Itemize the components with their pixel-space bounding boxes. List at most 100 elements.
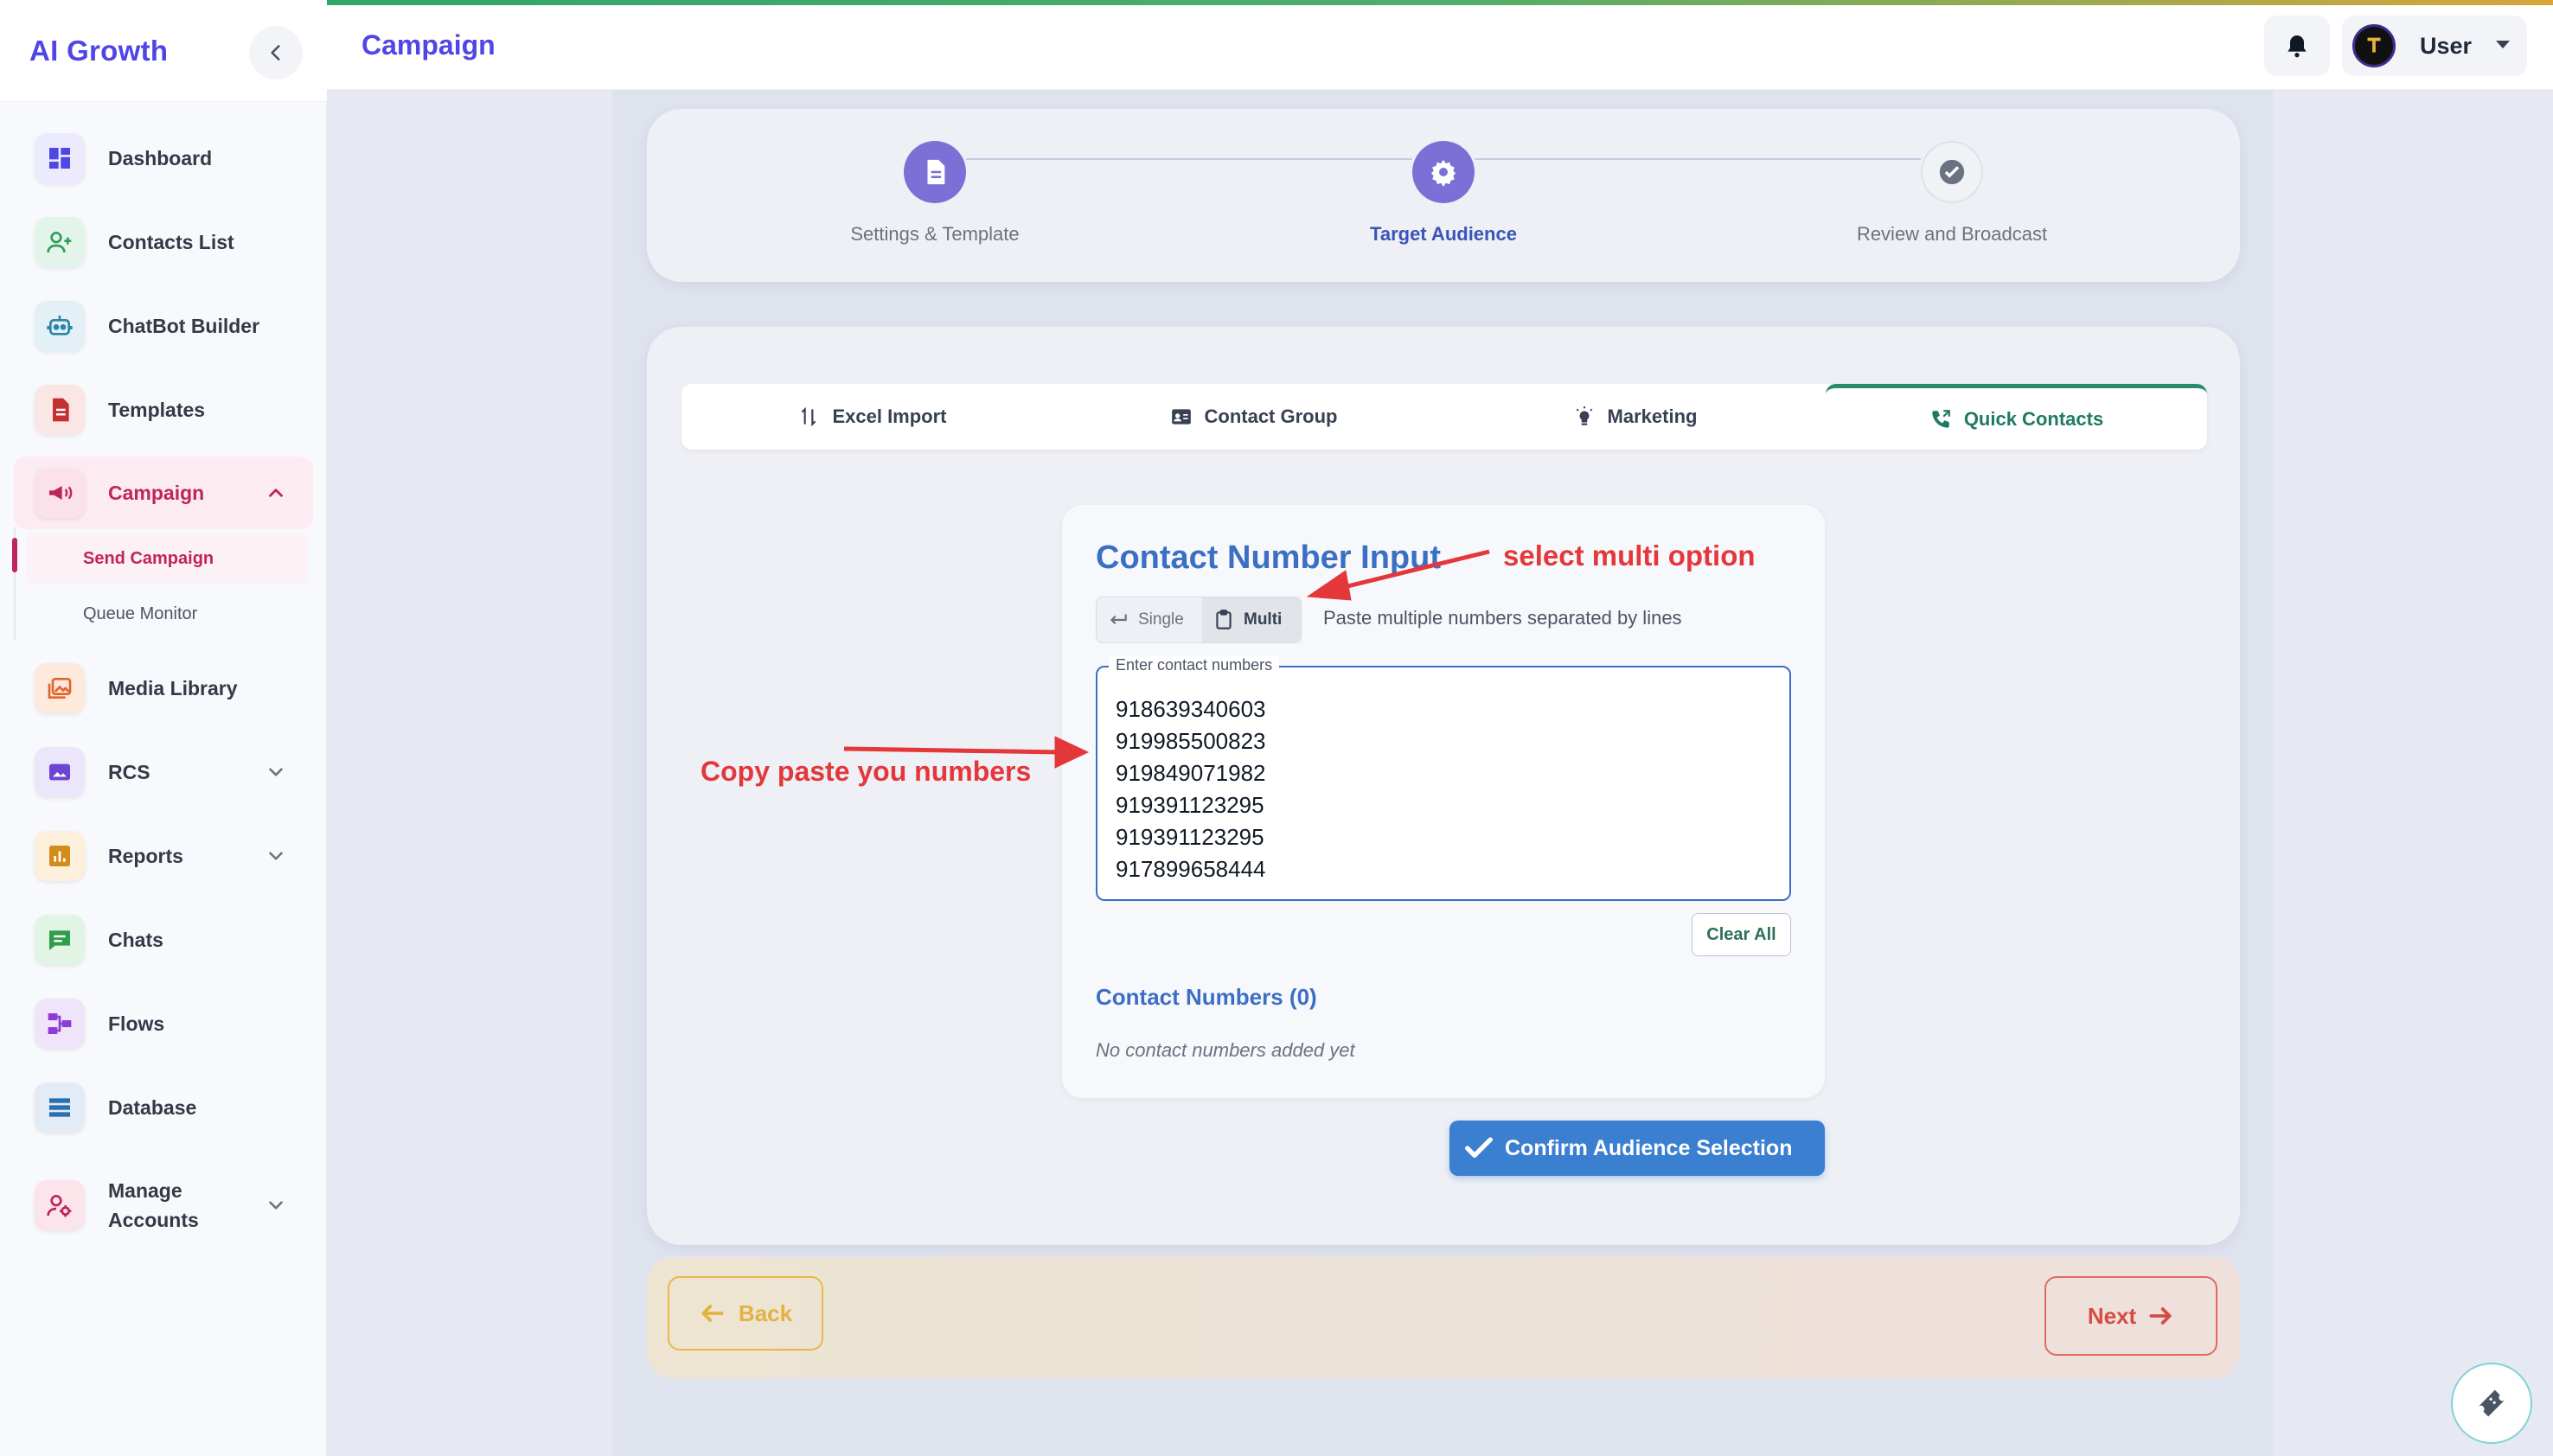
step-label: Review and Broadcast [1856, 223, 2048, 245]
lightbulb-icon [1576, 406, 1592, 425]
step-label: Settings & Template [850, 223, 1020, 245]
tab-quick-contacts[interactable]: Quick Contacts [1826, 384, 2207, 450]
enter-arrow-icon [1110, 614, 1127, 625]
sidebar-item-manage-accounts[interactable]: Manage Accounts [14, 1164, 313, 1247]
collapse-sidebar-button[interactable] [249, 26, 303, 80]
sidebar-item-templates[interactable]: Templates [14, 374, 313, 446]
chevron-down-icon[interactable] [265, 1194, 287, 1217]
notifications-button[interactable] [2264, 16, 2330, 76]
step-settings-template[interactable] [904, 141, 966, 203]
image-gallery-icon [35, 663, 85, 713]
sidebar-item-rcs[interactable]: RCS [14, 736, 313, 808]
contact-input-title: Contact Number Input [1096, 540, 1441, 576]
caret-down-icon [2496, 41, 2510, 48]
tab-label: Quick Contacts [1963, 407, 2104, 430]
submenu-queue-monitor[interactable]: Queue Monitor [26, 588, 308, 640]
sidebar-item-media-library[interactable]: Media Library [14, 652, 313, 725]
number-line: 917899658444 [1116, 856, 1266, 882]
next-label: Next [2087, 1302, 2137, 1329]
sidebar: AI Growth Dashboard Contacts List ChatBo… [0, 0, 327, 1456]
number-line: 919391123295 [1116, 792, 1264, 818]
brand-logo: AI Growth [29, 35, 169, 67]
clipboard-icon [1216, 610, 1232, 629]
bell-icon [2287, 35, 2307, 58]
number-line: 919849071982 [1116, 760, 1266, 786]
back-label: Back [738, 1300, 793, 1326]
arrow-left-icon [701, 1305, 724, 1322]
submenu-label: Send Campaign [83, 548, 214, 568]
clear-all-button[interactable]: Clear All [1692, 913, 1791, 956]
source-tabs: Excel Import Contact Group Marketing Qui… [681, 384, 2207, 450]
textarea-label: Enter contact numbers [1109, 656, 1280, 674]
input-mode-toggle: Single Multi [1096, 597, 1302, 643]
annotation-copy-paste: Copy paste you numbers [701, 756, 1032, 787]
robot-icon [35, 301, 85, 351]
sidebar-item-dashboard[interactable]: Dashboard [14, 122, 313, 195]
check-circle-icon [1939, 159, 1965, 185]
sidebar-item-chats[interactable]: Chats [14, 904, 313, 976]
textarea-content: 918639340603 919985500823 919849071982 9… [1116, 693, 1266, 885]
user-menu-button[interactable]: User [2342, 16, 2527, 76]
sidebar-item-label: ChatBot Builder [108, 315, 260, 337]
submenu-send-campaign[interactable]: Send Campaign [26, 533, 308, 584]
mode-single-button[interactable]: Single [1097, 597, 1202, 642]
sidebar-item-label: Database [108, 1096, 197, 1119]
gear-icon [1430, 159, 1456, 187]
avatar-logo-icon [2367, 37, 2381, 53]
campaign-submenu: Send Campaign Queue Monitor [14, 527, 313, 640]
arrow-right-icon [2149, 1307, 2172, 1325]
tab-excel-import[interactable]: Excel Import [681, 384, 1063, 450]
chevron-down-icon[interactable] [265, 761, 287, 783]
bar-chart-icon [35, 831, 85, 881]
submenu-label: Queue Monitor [83, 603, 198, 623]
sidebar-item-campaign[interactable]: Campaign [14, 457, 313, 529]
chat-icon [35, 915, 85, 965]
next-button[interactable]: Next [2044, 1276, 2217, 1356]
active-indicator [12, 538, 17, 572]
empty-state-message: No contact numbers added yet [1096, 1039, 1355, 1061]
dashboard-icon [35, 133, 85, 183]
sidebar-item-flows[interactable]: Flows [14, 987, 313, 1060]
ticket-icon [2478, 1389, 2505, 1417]
database-icon [35, 1082, 85, 1133]
sidebar-item-reports[interactable]: Reports [14, 820, 313, 892]
flow-icon [35, 999, 85, 1049]
footer-nav [647, 1257, 2240, 1378]
sidebar-item-contacts-list[interactable]: Contacts List [14, 206, 313, 278]
step-review-broadcast[interactable] [1921, 141, 1983, 203]
sidebar-item-label: Media Library [108, 677, 238, 699]
confirm-label: Confirm Audience Selection [1505, 1135, 1793, 1160]
sidebar-item-label: Templates [108, 399, 206, 421]
picture-icon [35, 747, 85, 797]
sidebar-item-database[interactable]: Database [14, 1071, 313, 1144]
avatar [2352, 24, 2396, 67]
chevron-up-icon[interactable] [265, 482, 287, 504]
document-icon [927, 159, 945, 185]
help-widget-button[interactable] [2451, 1363, 2532, 1444]
tab-label: Marketing [1607, 406, 1698, 427]
contact-count-title: Contact Numbers (0) [1096, 984, 1317, 1010]
mode-label: Single [1138, 610, 1184, 629]
tab-marketing[interactable]: Marketing [1444, 384, 1826, 450]
check-icon [1465, 1137, 1493, 1158]
mode-multi-button[interactable]: Multi [1202, 597, 1301, 642]
sidebar-item-label: Contacts List [108, 231, 234, 253]
user-name: User [2420, 33, 2473, 59]
confirm-audience-button[interactable]: Confirm Audience Selection [1449, 1121, 1825, 1176]
sidebar-item-label: Flows [108, 1012, 165, 1035]
number-line: 919391123295 [1116, 824, 1264, 850]
mode-label: Multi [1244, 610, 1283, 629]
tab-label: Excel Import [832, 406, 947, 427]
document-icon [35, 385, 85, 435]
step-target-audience[interactable] [1412, 141, 1475, 203]
add-user-icon [35, 217, 85, 267]
chevron-down-icon[interactable] [265, 845, 287, 867]
sidebar-item-label: Reports [108, 845, 183, 867]
header-accent-line [327, 0, 2553, 5]
tab-contact-group[interactable]: Contact Group [1063, 384, 1444, 450]
chevron-left-icon [271, 45, 280, 61]
step-connector [1475, 158, 1921, 160]
sidebar-item-chatbot-builder[interactable]: ChatBot Builder [14, 290, 313, 362]
back-button[interactable]: Back [668, 1276, 823, 1351]
sidebar-item-label: Manage Accounts [108, 1179, 199, 1231]
